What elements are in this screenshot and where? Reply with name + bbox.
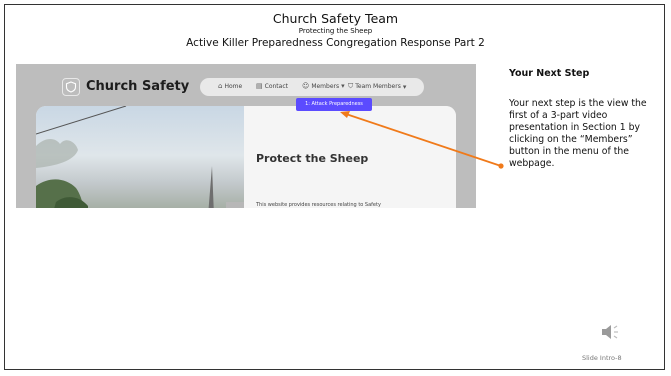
hero-card — [36, 106, 456, 208]
brand-name[interactable]: Church Safety — [86, 79, 189, 94]
chevron-down-icon: ▾ — [402, 82, 407, 91]
shield-icon — [65, 81, 77, 93]
contact-icon: ▤ — [256, 82, 263, 90]
nav-home-label: Home — [224, 82, 243, 90]
chevron-down-icon: ▾ — [341, 82, 345, 90]
nav-menu: ⌂ Home ▤ Contact ☺ Members ▾ ⛉ Team Memb… — [200, 78, 424, 96]
callout-body: Your next step is the view the first of … — [509, 98, 647, 169]
slide-title-block: Church Safety Team Protecting the Sheep … — [5, 11, 666, 50]
nav-members-label: Members — [311, 82, 340, 90]
speaker-icon[interactable] — [600, 322, 622, 342]
slide-title: Church Safety Team — [272, 11, 399, 26]
website-screenshot: Church Safety ⌂ Home ▤ Contact ☺ Members… — [16, 64, 476, 208]
hero-title: Protect the Sheep — [256, 152, 369, 165]
members-icon: ☺ — [302, 82, 310, 90]
nav-contact[interactable]: ▤ Contact — [256, 82, 288, 90]
nav-contact-label: Contact — [264, 82, 288, 90]
slide-subtitle: Protecting the Sheep — [298, 27, 373, 35]
logo[interactable] — [62, 78, 80, 96]
team-members-icon: ⛉ — [348, 82, 354, 90]
church-photo — [36, 106, 244, 208]
slide-heading: Active Killer Preparedness Congregation … — [186, 37, 485, 49]
slide-number: Slide Intro-8 — [582, 354, 622, 362]
nav-home[interactable]: ⌂ Home — [218, 82, 242, 90]
hero-text: This website provides resources relating… — [256, 202, 381, 208]
nav-members[interactable]: ☺ Members ▾ — [302, 82, 345, 90]
home-icon: ⌂ — [218, 82, 223, 90]
nav-team-members-label: Team Members — [355, 83, 401, 90]
callout-heading: Your Next Step — [509, 68, 590, 79]
dropdown-item-attack-preparedness[interactable]: 1: Attack Preparedness — [296, 98, 372, 111]
nav-team-members[interactable]: ⛉ Team Members ▾ — [348, 82, 406, 91]
